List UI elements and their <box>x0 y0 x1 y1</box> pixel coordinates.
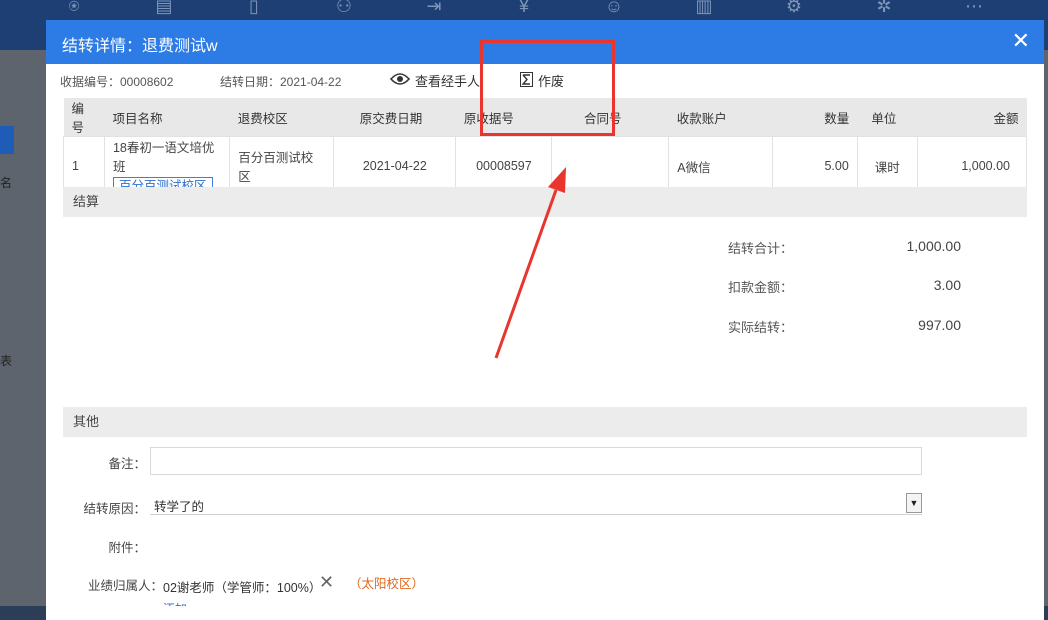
annotation-arrow-head <box>548 167 566 193</box>
annotation-arrow-shaft <box>494 189 558 359</box>
annotation-arrow <box>494 167 566 359</box>
